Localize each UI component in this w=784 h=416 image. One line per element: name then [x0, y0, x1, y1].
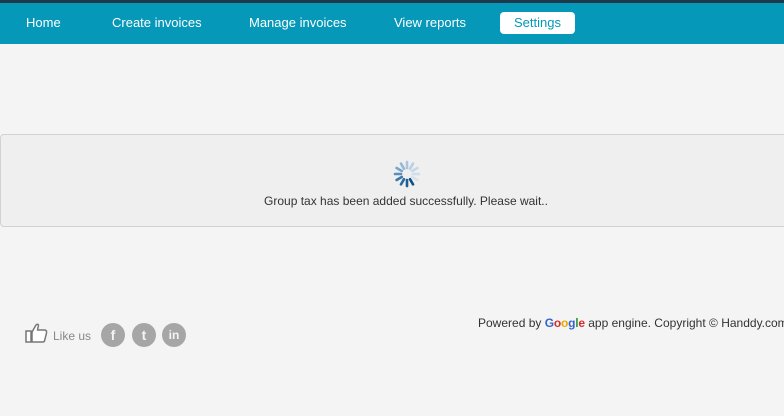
footer-copyright: Powered by Google app engine. Copyright … — [478, 316, 784, 330]
google-logo: Google — [544, 316, 585, 330]
twitter-icon[interactable]: t — [132, 323, 156, 347]
like-us-label: Like us — [53, 329, 92, 343]
nav-create-invoices[interactable]: Create invoices — [112, 12, 202, 34]
thumbs-up-icon — [25, 323, 48, 343]
loading-spinner-icon — [393, 160, 421, 188]
powered-by-text: Powered by — [478, 316, 542, 330]
linkedin-icon[interactable]: in — [162, 323, 186, 347]
nav-view-reports[interactable]: View reports — [394, 12, 466, 34]
copyright-symbol: © — [709, 316, 718, 330]
app-engine-text: app engine. Copyright — [588, 316, 706, 330]
nav-home[interactable]: Home — [26, 12, 61, 34]
top-navigation-bar: Home Create invoices Manage invoices Vie… — [0, 0, 784, 44]
nav-settings[interactable]: Settings — [500, 12, 575, 34]
status-message-box: Group tax has been added successfully. P… — [0, 134, 784, 227]
company-name: Handdy.com — [721, 316, 784, 330]
nav-manage-invoices[interactable]: Manage invoices — [249, 12, 347, 34]
status-message-text: Group tax has been added successfully. P… — [264, 194, 548, 208]
facebook-icon[interactable]: f — [101, 323, 125, 347]
